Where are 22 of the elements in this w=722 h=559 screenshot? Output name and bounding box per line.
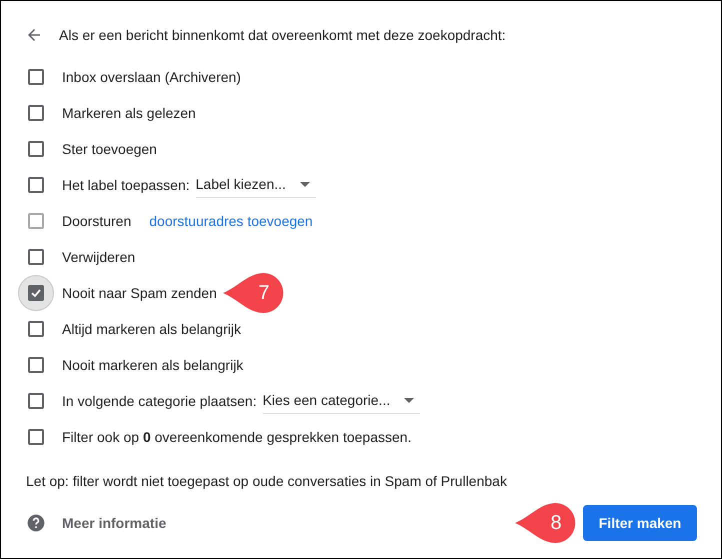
help-icon[interactable] [26, 513, 46, 533]
note-text: Let op: filter wordt niet toegepast op oude conversaties in Spam of Prullenbak [26, 472, 508, 491]
more-info-link[interactable]: Meer informatie [62, 512, 166, 534]
header-text: Als er een bericht binnenkomt dat overeenkomt met deze zoekopdracht: [59, 26, 506, 45]
checkbox[interactable] [18, 275, 54, 311]
option-label: Inbox overslaan (Archiveren) [62, 68, 241, 87]
dropdown-select[interactable]: Kies een categorie... [262, 388, 420, 414]
option-label: Het label toepassen: [62, 176, 190, 195]
option-label: Ster toevoegen [62, 140, 157, 159]
option-label: Markeren als gelezen [62, 104, 196, 123]
option-label: Altijd markeren als belangrijk [62, 320, 241, 339]
option-label: Nooit markeren als belangrijk [62, 356, 244, 375]
option-label: In volgende categorie plaatsen: [62, 392, 257, 411]
option-label: Doorsturen [62, 212, 132, 230]
option-label: Nooit naar Spam zenden [62, 284, 217, 303]
caret-icon [404, 398, 414, 403]
option-label: Filter ook op 0 overeenkomende gesprekken toepassen. [62, 428, 412, 447]
create-filter-button[interactable]: Filter maken [583, 505, 697, 541]
dropdown-select[interactable]: Label kiezen... [196, 172, 316, 198]
check-icon [30, 287, 42, 299]
caret-icon [300, 182, 310, 187]
option-label: Verwijderen [62, 248, 136, 267]
